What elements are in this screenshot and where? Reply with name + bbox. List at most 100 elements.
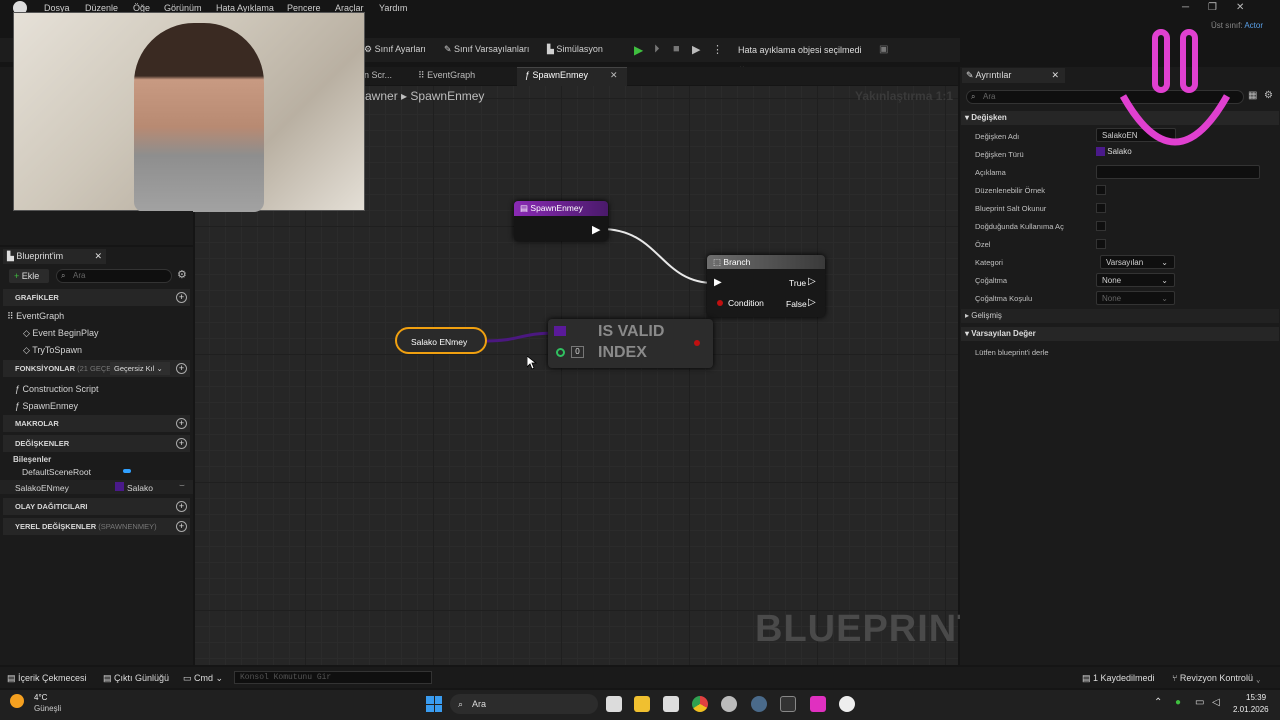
components-label: Bileşenler: [13, 455, 52, 464]
add-local-icon[interactable]: +: [176, 521, 187, 532]
step-icon[interactable]: ⏵: [654, 43, 660, 56]
close-window-icon[interactable]: ✕: [1236, 2, 1244, 13]
class-settings-button[interactable]: ⚙ Sınıf Ayarları: [364, 44, 426, 55]
variable-get-node[interactable]: Salako ENmey: [395, 327, 487, 354]
details-tab[interactable]: ✎ Ayrıntılar ✕: [962, 68, 1065, 83]
add-dispatcher-icon[interactable]: +: [176, 501, 187, 512]
branch-icon: ⑂: [1172, 673, 1180, 683]
branch-true-pin[interactable]: ▷: [808, 276, 816, 287]
console-input[interactable]: Konsol Komutunu Gir: [234, 671, 432, 684]
return-pin[interactable]: [694, 340, 700, 346]
output-log-button[interactable]: ▤ Çıktı Günlüğü: [103, 673, 169, 684]
function-item-spawnenmey[interactable]: ƒ SpawnEnmey: [15, 401, 78, 411]
private-checkbox[interactable]: [1096, 239, 1106, 249]
editable-checkbox[interactable]: [1096, 185, 1106, 195]
settings-gear-icon[interactable]: ⚙: [177, 268, 187, 281]
expose-spawn-checkbox[interactable]: [1096, 221, 1106, 231]
simulation-button[interactable]: ▙ Simülasyon: [547, 44, 603, 55]
stop-icon[interactable]: ■: [673, 43, 680, 55]
play-icon[interactable]: ▶: [634, 43, 643, 57]
graph-item-beginplay[interactable]: ◇ Event BeginPlay: [23, 328, 98, 339]
parent-class-value[interactable]: Actor: [1244, 21, 1263, 30]
branch-false-pin[interactable]: ▷: [808, 297, 816, 308]
section-macros[interactable]: MAKROLAR +: [3, 415, 190, 432]
section-local-variables[interactable]: YEREL DEĞİŞKENLER (SPAWNENMEY) +: [3, 518, 190, 535]
override-dropdown[interactable]: Geçersiz Kıl ⌄: [110, 362, 170, 375]
date-label[interactable]: 2.01.2026: [1233, 705, 1269, 714]
exec-out-pin[interactable]: ▶: [592, 223, 600, 236]
section-variables[interactable]: DEĞİŞKENLER +: [3, 435, 190, 452]
advanced-section-header[interactable]: ▸ Gelişmiş: [961, 309, 1279, 323]
graph-item-eventgraph[interactable]: ⠿ EventGraph: [7, 311, 64, 322]
graph-item-trytospawn[interactable]: ◇ TryToSpawn: [23, 345, 82, 356]
volume-icon[interactable]: ◁: [1212, 697, 1220, 708]
start-button[interactable]: [426, 696, 442, 712]
my-blueprint-tab[interactable]: ▙ Blueprint'im ✕: [3, 249, 106, 264]
component-item[interactable]: DefaultSceneRoot: [22, 467, 91, 477]
app-pink-icon[interactable]: [810, 696, 826, 712]
add-macro-icon[interactable]: +: [176, 418, 187, 429]
github-icon[interactable]: [721, 696, 737, 712]
add-graph-icon[interactable]: +: [176, 292, 187, 303]
table-view-icon[interactable]: ▦: [1248, 90, 1257, 101]
minimize-icon[interactable]: ─: [1182, 2, 1189, 13]
cmd-dropdown[interactable]: ▭ Cmd ⌄: [183, 673, 223, 684]
add-variable-icon[interactable]: +: [176, 438, 187, 449]
more-options-icon[interactable]: ⋮: [712, 43, 723, 56]
replication-dropdown[interactable]: None ⌄: [1096, 273, 1175, 287]
section-dispatchers[interactable]: OLAY DAĞITICILARI +: [3, 498, 190, 515]
default-value-section-header[interactable]: ▾ Varsayılan Değer: [961, 327, 1279, 341]
close-details-icon[interactable]: ✕: [1051, 68, 1059, 83]
array-in-pin[interactable]: [554, 326, 566, 336]
menu-help[interactable]: Yardım: [379, 3, 407, 13]
override-label: Geçersiz Kıl: [114, 364, 155, 373]
function-entry-node[interactable]: ▤ SpawnEnmey ▶: [514, 201, 608, 241]
unreal-engine-icon[interactable]: [839, 696, 855, 712]
eject-icon[interactable]: ▶: [692, 43, 700, 56]
description-field[interactable]: [1096, 165, 1260, 179]
unsaved-button[interactable]: ▤ 1 Kaydedilmedi: [1082, 673, 1155, 684]
tab-eventgraph[interactable]: ⠿ EventGraph: [418, 70, 475, 81]
steam-icon[interactable]: [751, 696, 767, 712]
branch-exec-in-pin[interactable]: ▶: [714, 277, 722, 288]
tab-spawnenmey[interactable]: ƒ SpawnEnmey: [525, 70, 588, 80]
mic-icon[interactable]: ●: [1175, 697, 1181, 708]
add-function-icon[interactable]: +: [176, 363, 187, 374]
readonly-checkbox[interactable]: [1096, 203, 1106, 213]
details-settings-icon[interactable]: ⚙: [1264, 90, 1273, 101]
category-dropdown[interactable]: Varsayılan ⌄: [1100, 255, 1175, 269]
network-icon[interactable]: ▭: [1195, 697, 1204, 708]
restore-icon[interactable]: ❐: [1208, 2, 1217, 13]
tab-construction-script[interactable]: n Scr...: [364, 70, 392, 80]
blueprint-search-input[interactable]: ⌕ Ara: [56, 269, 172, 283]
variable-visibility-icon[interactable]: ⌣: [179, 480, 185, 491]
index-value-box[interactable]: 0: [571, 346, 584, 358]
is-valid-index-node[interactable]: IS VALID INDEX 0: [548, 319, 713, 368]
section-graphs[interactable]: GRAFİKLER +: [3, 289, 190, 306]
tray-chevron-icon[interactable]: ⌃: [1154, 697, 1162, 708]
content-drawer-button[interactable]: ▤ İçerik Çekmecesi: [7, 673, 87, 684]
category-value: Varsayılan: [1106, 258, 1144, 267]
find-icon[interactable]: ▣: [879, 44, 888, 55]
epic-games-icon[interactable]: [780, 696, 796, 712]
task-view-icon[interactable]: [606, 696, 622, 712]
add-button[interactable]: + Ekle: [9, 269, 49, 283]
condition-pin[interactable]: [717, 300, 723, 306]
debug-object-select[interactable]: Hata ayıklama objesi seçilmedi ⌄: [734, 42, 871, 71]
breadcrumb-parent[interactable]: awner: [365, 89, 398, 103]
branch-node[interactable]: ⬚ Branch ▶ True ▷ Condition False ▷: [707, 255, 825, 317]
store-icon[interactable]: [663, 696, 679, 712]
taskbar-search[interactable]: ⌕ Ara: [450, 694, 598, 714]
function-item-construction[interactable]: ƒ Construction Script: [15, 384, 99, 394]
close-tab-icon[interactable]: ✕: [610, 70, 618, 81]
weather-sun-icon: [10, 694, 24, 708]
chrome-icon[interactable]: [692, 696, 708, 712]
replication-condition-dropdown[interactable]: None ⌄: [1096, 291, 1175, 305]
time-label[interactable]: 15:39: [1246, 693, 1266, 702]
close-panel-icon[interactable]: ✕: [94, 249, 102, 264]
file-explorer-icon[interactable]: [634, 696, 650, 712]
revision-control-button[interactable]: ⑂ Revizyon Kontrolü ⌄: [1172, 673, 1261, 683]
class-defaults-button[interactable]: ✎ Sınıf Varsayılanları: [444, 44, 529, 55]
section-graphs-label: GRAFİKLER: [15, 293, 59, 302]
index-pin[interactable]: [556, 348, 565, 357]
